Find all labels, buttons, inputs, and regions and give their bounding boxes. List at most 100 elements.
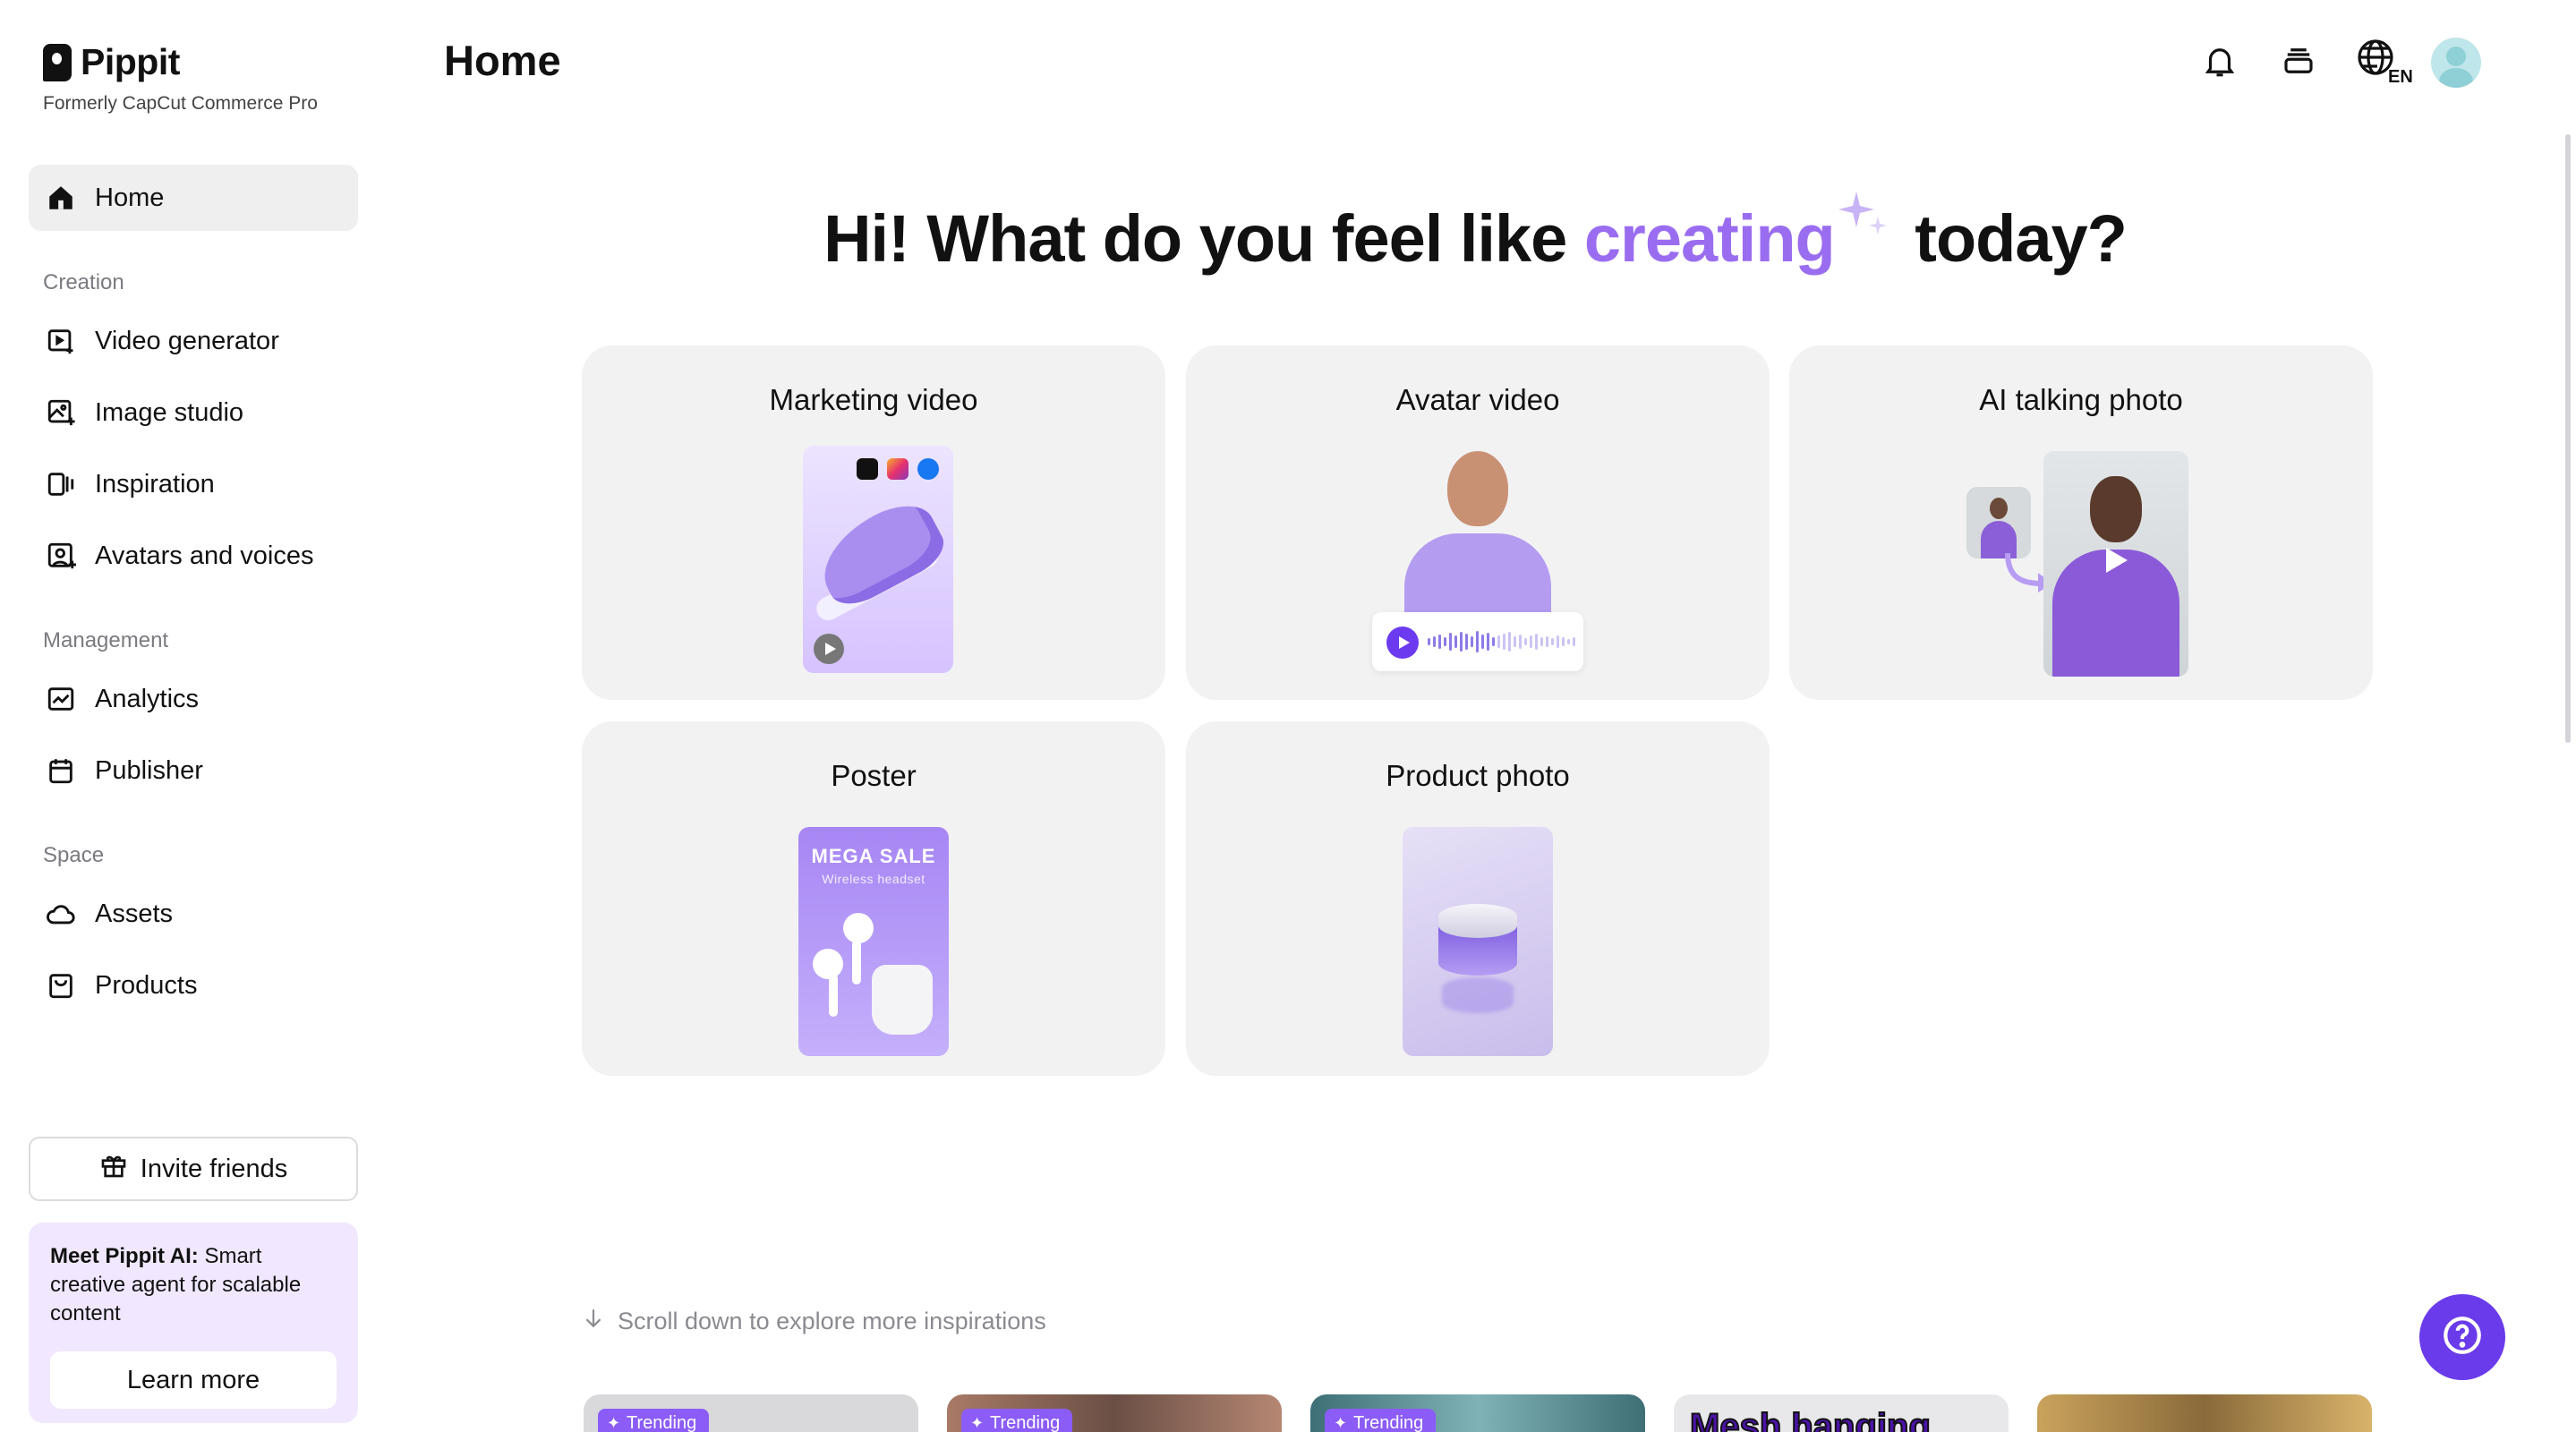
inspiration-caption: Mesh hanging — [1689, 1406, 1932, 1432]
inspiration-card[interactable]: Trending — [1310, 1394, 1645, 1432]
card-title: Marketing video — [769, 383, 978, 416]
face-shape — [1447, 451, 1508, 526]
invite-friends-label: Invite friends — [140, 1154, 288, 1183]
avatar[interactable] — [2431, 38, 2481, 88]
jar-lid-shape — [1438, 904, 1517, 938]
card-poster[interactable]: Poster MEGA SALE Wireless headset — [582, 721, 1165, 1076]
gift-icon — [99, 1151, 128, 1187]
waveform-bar — [1465, 634, 1468, 650]
scrollbar[interactable] — [2565, 134, 2571, 743]
waveform-icon — [1428, 630, 1575, 653]
card-title: Product photo — [1386, 759, 1570, 792]
sidebar-item-assets[interactable]: Assets — [29, 881, 358, 947]
waveform-bar — [1535, 634, 1538, 650]
bell-icon[interactable] — [2198, 39, 2241, 82]
card-avatar-video[interactable]: Avatar video — [1186, 345, 1770, 700]
inspiration-icon — [45, 468, 77, 500]
inspiration-card[interactable] — [2037, 1394, 2372, 1432]
help-button[interactable] — [2419, 1294, 2505, 1380]
image-studio-icon — [45, 396, 77, 429]
bag-icon — [45, 969, 77, 1002]
pippit-logo-icon — [43, 43, 72, 81]
poster-headline: MEGA SALE — [811, 845, 936, 867]
card-title: Poster — [831, 759, 917, 792]
hero-heading: Hi! What do you feel like creating today… — [582, 184, 2368, 277]
sidebar-item-publisher[interactable]: Publisher — [29, 737, 358, 804]
sidebar-item-label: Analytics — [95, 684, 200, 713]
waveform-bar — [1530, 635, 1532, 648]
sidebar-item-video-generator[interactable]: Video generator — [29, 308, 358, 374]
analytics-icon — [45, 683, 77, 715]
sidebar-item-label: Products — [95, 970, 198, 1000]
poster-thumbnail: MEGA SALE Wireless headset — [798, 827, 949, 1056]
brand-logo[interactable]: Pippit — [43, 41, 180, 83]
waveform-bar — [1487, 633, 1489, 651]
play-icon — [2106, 548, 2128, 573]
section-label-space: Space — [43, 843, 105, 867]
hero-prefix: Hi! What do you feel like — [823, 201, 1584, 276]
earbud-case-image — [872, 965, 933, 1035]
card-marketing-video[interactable]: Marketing video — [582, 345, 1165, 700]
card-ai-talking-photo[interactable]: AI talking photo — [1789, 345, 2373, 700]
card-title: Avatar video — [1395, 383, 1560, 416]
sidebar-item-label: Inspiration — [95, 469, 215, 499]
inspiration-card[interactable]: Trending — [584, 1394, 918, 1432]
inspiration-card[interactable]: Trending — [947, 1394, 1282, 1432]
sidebar-item-label: Publisher — [95, 755, 203, 785]
product-photo-thumbnail — [1403, 827, 1553, 1056]
waveform-bar — [1508, 632, 1511, 652]
sidebar-item-analytics[interactable]: Analytics — [29, 666, 358, 732]
waveform-bar — [1514, 636, 1516, 647]
waveform-bar — [1460, 632, 1463, 652]
sidebar-item-label: Home — [95, 183, 165, 212]
sidebar-item-image-studio[interactable]: Image studio — [29, 379, 358, 446]
waveform-bar — [1551, 638, 1554, 645]
card-product-photo[interactable]: Product photo — [1186, 721, 1770, 1076]
sidebar-item-label: Avatars and voices — [95, 541, 314, 570]
waveform-bar — [1567, 639, 1570, 644]
brand-name: Pippit — [81, 41, 180, 82]
talking-photo-thumbnail — [2043, 451, 2188, 677]
tiktok-icon — [857, 458, 878, 480]
waveform-bar — [1503, 634, 1506, 650]
poster-subline: Wireless headset — [822, 872, 925, 886]
sidebar-item-label: Video generator — [95, 326, 279, 355]
hero-suffix: today? — [1897, 201, 2128, 276]
section-label-creation: Creation — [43, 270, 124, 294]
sidebar-item-home[interactable]: Home — [29, 165, 358, 231]
home-icon — [45, 182, 77, 214]
play-icon[interactable] — [1386, 626, 1419, 659]
arrow-down-icon — [582, 1307, 605, 1336]
avatar-voice-icon — [45, 540, 77, 572]
waveform-bar — [1438, 635, 1441, 649]
sidebar-item-inspiration[interactable]: Inspiration — [29, 451, 358, 517]
waveform-bar — [1433, 636, 1436, 647]
waveform-bar — [1444, 637, 1446, 646]
sidebar-item-products[interactable]: Products — [29, 952, 358, 1019]
trending-badge: Trending — [1325, 1409, 1437, 1432]
scroll-hint: Scroll down to explore more inspirations — [582, 1307, 1046, 1336]
trending-badge: Trending — [598, 1409, 710, 1432]
globe-language-icon[interactable]: EN — [2356, 39, 2413, 84]
promo-card: Meet Pippit AI: Smart creative agent for… — [29, 1223, 358, 1423]
facebook-icon — [917, 458, 939, 480]
promo-text: Meet Pippit AI: Smart creative agent for… — [50, 1242, 337, 1328]
waveform-bar — [1557, 635, 1559, 648]
audio-player-bar — [1372, 612, 1583, 671]
instagram-icon — [887, 458, 908, 480]
learn-more-button[interactable]: Learn more — [50, 1351, 337, 1409]
waveform-bar — [1562, 637, 1565, 646]
hero-accent: creating — [1583, 201, 1836, 276]
sidebar-item-avatars-and-voices[interactable]: Avatars and voices — [29, 523, 358, 589]
waveform-bar — [1540, 637, 1543, 646]
inspiration-card[interactable]: Mesh hanging — [1674, 1394, 2009, 1432]
invite-friends-button[interactable]: Invite friends — [29, 1137, 358, 1201]
sidebar-item-label: Assets — [95, 899, 174, 928]
sparkle-icon — [1835, 184, 1892, 242]
question-icon — [2440, 1313, 2485, 1362]
section-label-management: Management — [43, 628, 169, 652]
sidebar-item-label: Image studio — [95, 397, 244, 427]
video-generator-icon — [45, 325, 77, 357]
promo-bold: Meet Pippit AI: — [50, 1244, 199, 1268]
stack-icon[interactable] — [2277, 39, 2320, 82]
